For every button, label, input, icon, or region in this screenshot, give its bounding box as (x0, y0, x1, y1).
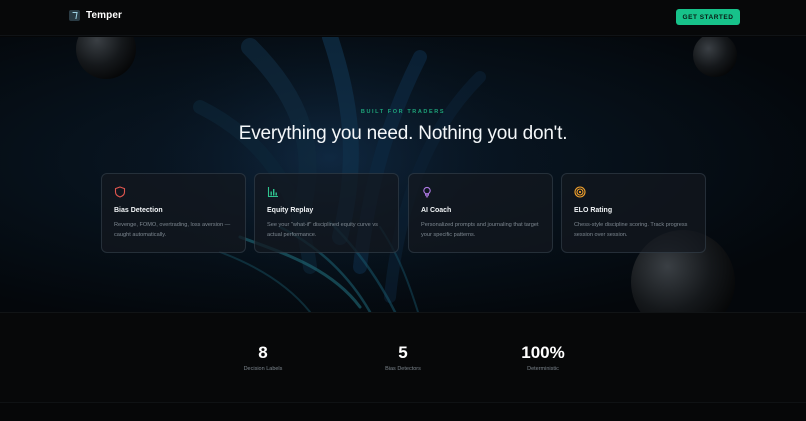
stat-deterministic: 100% Deterministic (493, 343, 593, 372)
lightbulb-icon (423, 186, 431, 198)
feature-title: AI Coach (421, 207, 452, 214)
logo-icon (69, 10, 80, 21)
feature-card-elo-rating[interactable]: ELO Rating Chess-style discipline scorin… (561, 173, 706, 253)
target-icon (574, 186, 586, 198)
feature-title: Equity Replay (267, 207, 314, 214)
feature-card-bias-detection[interactable]: Bias Detection Revenge, FOMO, overtradin… (101, 173, 246, 253)
feature-card-ai-coach[interactable]: AI Coach Personalized prompts and journa… (408, 173, 553, 253)
stat-value: 100% (521, 343, 565, 362)
footer-strip (0, 402, 806, 421)
bar-chart-icon (267, 187, 278, 198)
stat-value: 8 (258, 343, 268, 362)
stats-section: 8 Decision Labels 5 Bias Detectors 100% … (0, 312, 806, 402)
feature-title: Bias Detection (114, 207, 163, 214)
top-nav: Temper GET STARTED (0, 0, 806, 36)
feature-card-equity-replay[interactable]: Equity Replay See your "what-if" discipl… (254, 173, 399, 253)
brand-name: Temper (86, 10, 122, 21)
stat-label: Bias Detectors (385, 366, 421, 372)
hero-headline: Everything you need. Nothing you don't. (238, 123, 568, 144)
eyebrow-label: BUILT FOR TRADERS (360, 109, 446, 115)
feature-description: Revenge, FOMO, overtrading, loss aversio… (114, 222, 231, 238)
feature-description: See your "what-if" disciplined equity cu… (267, 222, 378, 238)
stat-label: Deterministic (527, 366, 559, 372)
brand[interactable]: Temper (69, 10, 122, 21)
feature-cards: Bias Detection Revenge, FOMO, overtradin… (101, 173, 707, 253)
get-started-button[interactable]: GET STARTED (676, 9, 740, 25)
shield-icon (114, 186, 126, 198)
feature-description: Chess-style discipline scoring. Track pr… (574, 222, 688, 238)
stat-decision-labels: 8 Decision Labels (213, 343, 313, 372)
hero-section: BUILT FOR TRADERS Everything you need. N… (0, 37, 806, 312)
stat-value: 5 (398, 343, 408, 362)
feature-title: ELO Rating (574, 207, 613, 214)
feature-description: Personalized prompts and journaling that… (421, 222, 539, 238)
stat-bias-detectors: 5 Bias Detectors (353, 343, 453, 372)
stat-label: Decision Labels (243, 366, 283, 372)
